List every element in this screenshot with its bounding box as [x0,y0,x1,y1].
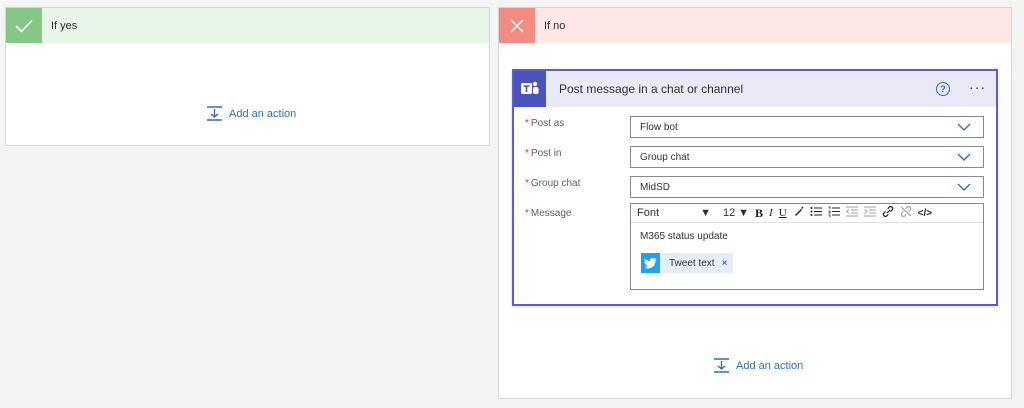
link-icon[interactable] [882,206,894,220]
post-as-row: * Post as Flow bot [514,116,996,138]
font-select[interactable]: Font ▼ [637,207,711,219]
post-in-row: * Post in Group chat [514,146,996,168]
yes-add-action-button[interactable]: Add an action [206,106,296,121]
font-size-select[interactable]: 12 ▼ [723,207,749,219]
post-message-card: Post message in a chat or channel ? ··· … [512,69,998,306]
close-icon [499,8,535,43]
if-yes-header[interactable]: If yes [6,8,489,43]
group-chat-label: * Group chat [525,178,581,189]
message-editor[interactable]: Font ▼ 12 ▼ B I U </> M365 status update… [630,203,984,290]
card-title: Post message in a chat or channel [559,82,744,96]
post-as-dropdown[interactable]: Flow bot [630,116,984,138]
decrease-indent-icon[interactable] [845,206,858,220]
post-in-value: Group chat [640,151,690,163]
no-add-action-label: Add an action [736,359,804,372]
underline-button[interactable]: U [779,207,787,219]
if-no-title: If no [544,19,566,32]
if-yes-title: If yes [51,19,78,32]
card-header[interactable]: Post message in a chat or channel ? ··· [514,71,996,107]
rich-text-toolbar: Font ▼ 12 ▼ B I U </> [631,204,983,223]
post-as-label: * Post as [525,118,565,129]
tweet-text-token[interactable]: Tweet text × [641,253,733,273]
increase-indent-icon[interactable] [863,206,876,220]
highlight-icon[interactable] [793,206,804,220]
bullet-list-icon[interactable] [810,206,822,220]
italic-button[interactable]: I [769,207,773,219]
twitter-icon [641,253,660,273]
post-as-value: Flow bot [640,121,678,133]
add-action-icon [206,106,223,121]
numbered-list-icon[interactable] [828,206,840,220]
token-remove-button[interactable]: × [722,258,728,269]
check-icon [6,8,42,43]
more-options-button[interactable]: ··· [969,80,986,94]
unlink-icon[interactable] [900,206,912,220]
group-chat-row: * Group chat MidSD [514,176,996,198]
add-action-icon [713,358,730,373]
yes-add-action-label: Add an action [229,107,297,120]
group-chat-dropdown[interactable]: MidSD [630,176,984,198]
message-text: M365 status update [640,231,728,242]
bold-button[interactable]: B [755,206,763,221]
chevron-down-icon [957,183,971,191]
group-chat-value: MidSD [640,181,671,193]
token-label: Tweet text [669,257,715,269]
chevron-down-icon [957,123,971,131]
if-no-header[interactable]: If no [499,8,1011,43]
message-label: * Message [525,208,572,219]
no-add-action-button[interactable]: Add an action [713,358,803,373]
post-in-dropdown[interactable]: Group chat [630,146,984,168]
if-yes-branch: If yes [5,7,490,146]
post-in-label: * Post in [525,148,562,159]
help-icon[interactable]: ? [936,82,950,96]
chevron-down-icon [957,153,971,161]
code-view-button[interactable]: </> [918,208,932,219]
teams-logo-icon [514,71,546,107]
